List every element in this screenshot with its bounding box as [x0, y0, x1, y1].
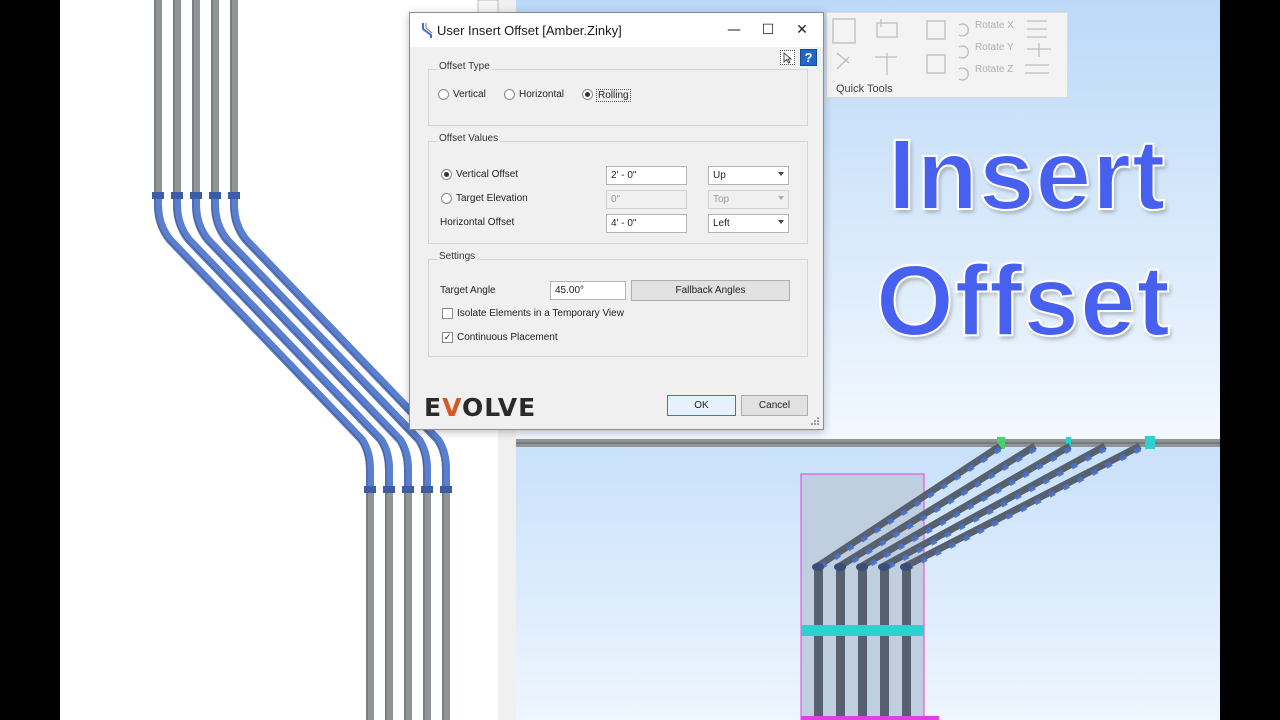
tool-icon-4[interactable]	[875, 53, 897, 75]
radio-horizontal-label[interactable]: Horizontal	[519, 89, 564, 100]
target-elevation-label[interactable]: Target Elevation	[456, 193, 528, 204]
rotate-icon-y[interactable]	[958, 45, 969, 59]
tool-icon-1[interactable]	[832, 18, 856, 44]
chevron-down-icon	[778, 172, 784, 176]
offset-values-label: Offset Values	[437, 133, 501, 144]
radio-horizontal[interactable]	[504, 89, 515, 100]
radio-rolling[interactable]	[582, 89, 593, 100]
help-button[interactable]: ?	[800, 49, 817, 66]
offset-values-group: Offset Values Vertical Offset 2' - 0" Up…	[428, 133, 808, 244]
minimize-button[interactable]: —	[717, 17, 751, 43]
tool-icon-3[interactable]	[836, 52, 850, 70]
rotate-z-label[interactable]: Rotate Z	[975, 64, 1013, 75]
target-elevation-value: Top	[713, 194, 730, 205]
vertical-offset-input[interactable]: 2' - 0"	[606, 166, 687, 185]
screen: Rotate X Rotate Y Rotate Z Quick Tools I…	[0, 0, 1280, 720]
continuous-label[interactable]: Continuous Placement	[457, 332, 558, 343]
align-icon-1[interactable]	[1027, 20, 1047, 38]
chevron-down-icon	[778, 220, 784, 224]
ribbon-quick-tools: Rotate X Rotate Y Rotate Z Quick Tools	[826, 12, 1068, 98]
rotate-x-label[interactable]: Rotate X	[975, 20, 1014, 31]
maximize-button[interactable]: ☐	[751, 17, 785, 43]
align-icon-2[interactable]	[1027, 43, 1051, 57]
resize-grip-icon[interactable]	[810, 416, 820, 426]
vertical-offset-label[interactable]: Vertical Offset	[456, 169, 518, 180]
rotate-y-label[interactable]: Rotate Y	[975, 42, 1014, 53]
evolve-logo: EVOLVE	[424, 393, 537, 422]
grid-icon-z[interactable]	[926, 54, 946, 74]
target-angle-input[interactable]: 45.00°	[550, 281, 626, 300]
isolate-label[interactable]: Isolate Elements in a Temporary View	[457, 308, 624, 319]
align-icon-3[interactable]	[1025, 64, 1049, 74]
offset-type-group: Offset Type Vertical Horizontal Rolling	[428, 61, 808, 126]
horizontal-offset-input[interactable]: 4' - 0"	[606, 214, 687, 233]
ok-button[interactable]: OK	[667, 395, 736, 416]
ribbon-group-label: Quick Tools	[836, 83, 893, 95]
fallback-angles-button[interactable]: Fallback Angles	[631, 280, 790, 301]
rotate-icon-x[interactable]	[958, 23, 969, 37]
tool-icon-2[interactable]	[876, 19, 898, 38]
offset-tool-icon	[422, 23, 433, 38]
letterbox-right	[1220, 0, 1280, 720]
close-button[interactable]: ✕	[785, 17, 819, 43]
chevron-down-icon	[778, 196, 784, 200]
letterbox-left	[0, 0, 60, 720]
offset-type-label: Offset Type	[437, 61, 492, 72]
cursor-icon	[783, 52, 793, 64]
radio-vertical-offset[interactable]	[441, 169, 452, 180]
radio-target-elevation[interactable]	[441, 193, 452, 204]
rotate-icon-z[interactable]	[958, 67, 969, 81]
cyan-fitting-right	[1145, 436, 1155, 449]
overlay-title-line1: Insert	[887, 118, 1167, 232]
grid-icon-x[interactable]	[926, 20, 946, 40]
cancel-button[interactable]: Cancel	[741, 395, 808, 416]
continuous-checkbox[interactable]: ✓	[442, 332, 453, 343]
isolate-checkbox[interactable]	[442, 308, 453, 319]
horizontal-direction-value: Left	[713, 218, 730, 229]
dialog-titlebar[interactable]: User Insert Offset [Amber.Zinky] — ☐ ✕	[410, 13, 823, 47]
settings-label: Settings	[437, 251, 478, 262]
insert-offset-dialog: User Insert Offset [Amber.Zinky] — ☐ ✕ ?…	[409, 12, 824, 430]
overlay-title-line2: Offset	[875, 244, 1171, 358]
radio-rolling-label[interactable]: Rolling	[596, 89, 631, 102]
target-angle-label: Target Angle	[440, 285, 496, 296]
pointer-help-icon[interactable]	[780, 50, 795, 65]
ribbon-icons	[832, 18, 1051, 81]
target-elevation-select[interactable]: Top	[708, 190, 789, 209]
horizontal-offset-label: Horizontal Offset	[440, 217, 515, 228]
vertical-direction-select[interactable]: Up	[708, 166, 789, 185]
radio-vertical[interactable]	[438, 89, 449, 100]
vertical-direction-value: Up	[713, 170, 726, 181]
dialog-title: User Insert Offset [Amber.Zinky]	[437, 23, 622, 38]
settings-group: Settings Target Angle 45.00° Fallback An…	[428, 251, 808, 357]
horizontal-direction-select[interactable]: Left	[708, 214, 789, 233]
radio-vertical-label[interactable]: Vertical	[453, 89, 486, 100]
strut-band	[801, 625, 924, 636]
target-elevation-input[interactable]: 0"	[606, 190, 687, 209]
